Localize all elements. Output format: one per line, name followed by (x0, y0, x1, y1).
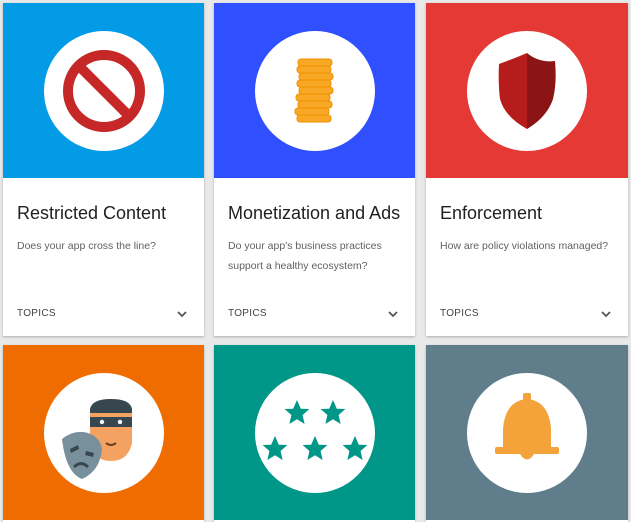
shield-icon (498, 52, 556, 129)
policy-card-enforcement[interactable]: Enforcement How are policy violations ma… (426, 3, 628, 336)
policy-card-restricted-content[interactable]: Restricted Content Does your app cross t… (3, 3, 204, 336)
topics-toggle[interactable]: TOPICS (17, 308, 56, 319)
card-description: Do your app's business practices support… (228, 240, 382, 272)
policy-card-6[interactable] (426, 345, 628, 522)
policy-card-monetization-and-ads[interactable]: Monetization and Ads Do your app's busin… (214, 3, 415, 336)
card-hero (214, 345, 415, 520)
prohibited-sign-icon (62, 49, 145, 132)
icon-circle (254, 30, 375, 151)
policy-card-5[interactable] (214, 345, 415, 522)
icon-circle (43, 30, 164, 151)
topics-toggle[interactable]: TOPICS (440, 308, 479, 319)
chevron-down-icon[interactable] (387, 309, 399, 319)
icon-circle (467, 30, 587, 151)
topics-toggle[interactable]: TOPICS (228, 308, 267, 319)
policy-card-4[interactable] (3, 345, 204, 522)
icon-circle (467, 372, 587, 493)
chevron-down-icon[interactable] (600, 309, 612, 319)
card-hero (426, 3, 628, 178)
stars-rating-icon (262, 399, 367, 460)
masked-person-icon (61, 398, 132, 479)
card-description: How are policy violations managed? (440, 240, 609, 252)
icon-circle (254, 372, 375, 493)
card-title: Monetization and Ads (228, 203, 401, 223)
card-title: Restricted Content (17, 203, 167, 223)
card-description: Does your app cross the line? (17, 240, 156, 252)
card-hero (214, 3, 415, 178)
chevron-down-icon[interactable] (176, 309, 188, 319)
bell-icon (495, 392, 559, 459)
icon-circle (43, 372, 164, 493)
card-hero (426, 345, 628, 520)
card-hero (3, 3, 204, 178)
card-hero (3, 345, 204, 520)
card-title: Enforcement (440, 203, 543, 223)
coin-stack-icon (294, 58, 333, 122)
